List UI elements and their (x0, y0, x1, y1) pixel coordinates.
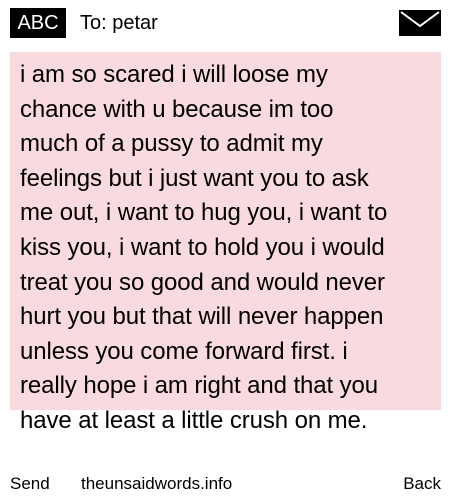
recipient-label: To: petar (80, 12, 158, 34)
site-label: theunsaidwords.info (81, 474, 233, 493)
envelope-icon[interactable] (399, 10, 441, 36)
input-mode-badge[interactable]: ABC (10, 8, 66, 38)
header-bar: ABC To: petar (0, 0, 450, 44)
back-button[interactable]: Back (403, 470, 441, 498)
sms-compose-screen: ABC To: petar i am so scared i will loos… (0, 0, 450, 500)
send-button[interactable]: Send (10, 470, 50, 498)
softkey-bar: Send theunsaidwords.info Back (0, 470, 450, 500)
message-body[interactable]: i am so scared i will loose my chance wi… (20, 58, 438, 439)
